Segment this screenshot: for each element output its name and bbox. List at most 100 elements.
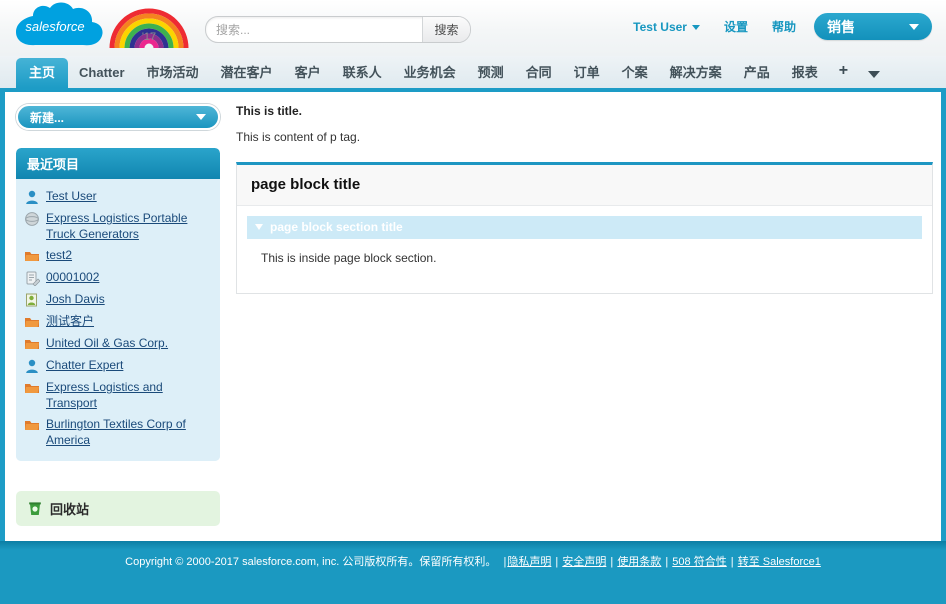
user-icon <box>24 189 40 205</box>
tab-forecasts[interactable]: 预测 <box>467 58 515 88</box>
tab-orders[interactable]: 订单 <box>563 58 611 88</box>
list-item-label[interactable]: Chatter Expert <box>46 357 123 373</box>
list-item-label[interactable]: Express Logistics Portable Truck Generat… <box>46 210 212 242</box>
list-item-label[interactable]: 测试客户 <box>46 313 94 329</box>
new-button[interactable]: 新建... <box>16 104 220 130</box>
page-block-section-header[interactable]: page block section title <box>247 216 922 239</box>
recent-items-title: 最近项目 <box>16 148 220 179</box>
logo-zone: salesforce '17 <box>8 0 193 56</box>
recycle-bin-icon <box>27 501 43 517</box>
list-item[interactable]: 00001002 <box>24 267 212 289</box>
page-block-title: page block title <box>251 176 361 193</box>
list-item[interactable]: Chatter Expert <box>24 355 212 377</box>
setup-link[interactable]: 设置 <box>712 14 760 39</box>
account-icon <box>24 248 40 264</box>
page-block-section-title: page block section title <box>270 220 403 234</box>
new-button-label: 新建... <box>30 110 65 125</box>
tab-bar: 主页 Chatter 市场活动 潜在客户 客户 联系人 业务机会 预测 合同 订… <box>0 56 946 88</box>
product-icon <box>24 211 40 227</box>
footer-link-privacy[interactable]: 隐私声明 <box>507 556 551 568</box>
account-icon <box>24 380 40 396</box>
tab-accounts[interactable]: 客户 <box>284 58 332 88</box>
page-block-body: page block section title This is inside … <box>237 206 932 293</box>
top-header: salesforce '17 搜索 Test User <box>0 0 946 56</box>
tab-solutions[interactable]: 解决方案 <box>659 58 733 88</box>
list-item-label[interactable]: United Oil & Gas Corp. <box>46 335 168 351</box>
list-item-label[interactable]: Burlington Textiles Corp of America <box>46 416 212 448</box>
account-icon <box>24 336 40 352</box>
list-item[interactable]: Express Logistics Portable Truck Generat… <box>24 208 212 245</box>
list-item[interactable]: Josh Davis <box>24 289 212 311</box>
tab-campaigns[interactable]: 市场活动 <box>136 58 210 88</box>
add-tab-button[interactable]: + <box>829 58 858 88</box>
user-menu[interactable]: Test User <box>621 16 712 38</box>
chevron-down-icon <box>196 114 206 120</box>
list-item-label[interactable]: test2 <box>46 247 72 263</box>
page-paragraph: This is content of p tag. <box>236 130 361 144</box>
footer-separator: | <box>727 556 737 568</box>
list-item[interactable]: Test User <box>24 186 212 208</box>
list-item-label[interactable]: 00001002 <box>46 269 99 285</box>
help-link[interactable]: 帮助 <box>760 14 808 39</box>
account-icon <box>24 314 40 330</box>
page-title: This is title. <box>236 104 303 118</box>
header-right-nav: Test User 设置 帮助 销售 <box>621 13 932 40</box>
footer-link-salesforce1[interactable]: 转至 Salesforce1 <box>738 556 821 568</box>
rainbow-badge: '17 <box>108 4 190 50</box>
list-item[interactable]: Burlington Textiles Corp of America <box>24 414 212 451</box>
rainbow-year-label: '17 <box>141 31 157 43</box>
account-icon <box>24 417 40 433</box>
salesforce-wordmark: salesforce <box>25 19 84 34</box>
global-search: 搜索 <box>205 16 471 43</box>
tab-opportunities[interactable]: 业务机会 <box>393 58 467 88</box>
tab-products[interactable]: 产品 <box>733 58 781 88</box>
user-icon <box>24 358 40 374</box>
sidebar: 新建... 最近项目 Test User Express Logistics P… <box>5 92 230 541</box>
rainbow-icon <box>109 8 189 49</box>
page-block: page block title page block section titl… <box>236 162 933 294</box>
page-body: 新建... 最近项目 Test User Express Logistics P… <box>0 92 946 541</box>
footer-separator: | <box>607 556 617 568</box>
tab-reports[interactable]: 报表 <box>781 58 829 88</box>
chevron-down-icon <box>691 24 700 30</box>
footer-link-security[interactable]: 安全声明 <box>562 556 606 568</box>
page-block-header: page block title <box>237 165 932 206</box>
footer-link-508[interactable]: 508 符合性 <box>672 556 726 568</box>
recycle-bin-label: 回收站 <box>50 502 90 517</box>
recent-items-list: Test User Express Logistics Portable Tru… <box>16 179 220 461</box>
tab-cases[interactable]: 个案 <box>611 58 659 88</box>
tab-list: 主页 Chatter 市场活动 潜在客户 客户 联系人 业务机会 预测 合同 订… <box>16 56 940 88</box>
app-menu[interactable]: 销售 <box>814 13 932 40</box>
list-item-label[interactable]: Test User <box>46 188 97 204</box>
app-menu-label: 销售 <box>827 18 855 35</box>
footer-link-terms[interactable]: 使用条款 <box>617 556 661 568</box>
chevron-down-icon <box>909 23 919 30</box>
salesforce-logo-icon[interactable]: salesforce <box>13 2 113 54</box>
list-item[interactable]: Express Logistics and Transport <box>24 377 212 414</box>
list-item-label[interactable]: Express Logistics and Transport <box>46 379 212 411</box>
footer-copyright: Copyright © 2000-2017 salesforce.com, in… <box>125 556 497 568</box>
list-item[interactable]: test2 <box>24 245 212 267</box>
tab-home[interactable]: 主页 <box>16 58 69 88</box>
chevron-down-icon <box>255 224 263 230</box>
chevron-down-icon <box>868 71 881 78</box>
contract-icon <box>24 270 41 287</box>
search-button[interactable]: 搜索 <box>422 17 470 42</box>
all-tabs-menu-button[interactable] <box>858 61 890 88</box>
list-item[interactable]: United Oil & Gas Corp. <box>24 333 212 355</box>
main-content: This is title. This is content of p tag.… <box>230 92 941 541</box>
tab-chatter[interactable]: Chatter <box>68 58 136 88</box>
list-item[interactable]: 测试客户 <box>24 311 212 333</box>
lead-icon <box>24 292 40 308</box>
user-menu-label: Test User <box>633 19 687 34</box>
footer-separator: | <box>552 556 562 568</box>
recent-items-panel: 最近项目 Test User Express Logistics Portabl… <box>16 148 220 461</box>
tab-contacts[interactable]: 联系人 <box>332 58 393 88</box>
page-block-section-body: This is inside page block section. <box>261 251 437 265</box>
tab-contracts[interactable]: 合同 <box>515 58 563 88</box>
list-item-label[interactable]: Josh Davis <box>46 291 105 307</box>
tab-leads[interactable]: 潜在客户 <box>210 58 284 88</box>
search-input[interactable] <box>206 17 422 42</box>
footer: Copyright © 2000-2017 salesforce.com, in… <box>0 541 946 604</box>
recycle-bin[interactable]: 回收站 <box>16 491 220 526</box>
